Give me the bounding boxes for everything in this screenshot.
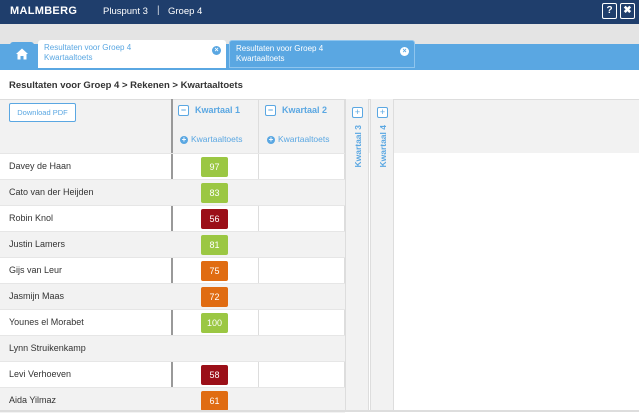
student-name[interactable]: Davey de Haan [9,161,71,171]
score-badge[interactable]: 81 [201,235,228,255]
score-badge[interactable]: 58 [201,365,228,385]
student-name[interactable]: Jasmijn Maas [9,291,64,301]
score-badge[interactable]: 83 [201,183,228,203]
table-row: Robin Knol 56 [0,205,345,231]
tab-results-inactive[interactable]: Resultaten voor Groep 4 Kwartaaltoets × [229,40,415,68]
tab-title: Resultaten voor Groep 4 [44,43,132,52]
quarter-3-label: Kwartaal 3 [353,125,363,168]
group-label[interactable]: Groep 4 [168,6,202,17]
table-row: Gijs van Leur 75 [0,257,345,283]
student-name[interactable]: Robin Knol [9,213,53,223]
table-row: Justin Lamers 81 [0,231,345,257]
student-name[interactable]: Aida Yilmaz [9,395,56,405]
add-test-quarter-1[interactable]: + Kwartaaltoets [180,134,243,144]
quarter-1-header: − Kwartaal 1 [178,105,241,117]
quarter-2-header: − Kwartaal 2 [265,105,328,117]
plus-circle-icon: + [180,135,188,144]
student-name[interactable]: Levi Verhoeven [9,369,71,379]
score-badge[interactable]: 97 [201,157,228,177]
table-row: Cato van der Heijden 83 [0,179,345,205]
home-icon [16,48,28,60]
plus-circle-icon: + [267,135,275,144]
close-app-button[interactable]: ✖ [620,3,635,19]
collapse-quarter-1-button[interactable]: − [178,105,189,117]
student-name[interactable]: Cato van der Heijden [9,187,94,197]
quarter-4-label: Kwartaal 4 [378,125,388,168]
score-badge[interactable]: 75 [201,261,228,281]
method-label[interactable]: Pluspunt 3 [103,6,148,17]
expand-quarter-3-button[interactable]: + [352,107,363,118]
home-button[interactable] [10,42,34,66]
table-row: Levi Verhoeven 58 [0,361,345,387]
quarter-1-label: Kwartaal 1 [195,105,241,115]
brand-logo[interactable]: MALMBERG [10,5,77,17]
download-pdf-button[interactable]: Download PDF [9,103,76,122]
help-button[interactable]: ? [602,3,617,19]
tab-subtitle: Kwartaaltoets [44,53,93,62]
tab-results-active[interactable]: Resultaten voor Groep 4 Kwartaaltoets × [38,40,226,68]
score-badge[interactable]: 56 [201,209,228,229]
table-row: Davey de Haan 97 [0,153,345,179]
add-test-quarter-2[interactable]: + Kwartaaltoets [267,134,330,144]
tab-title: Resultaten voor Groep 4 [236,44,324,53]
add-test-label: Kwartaaltoets [191,134,243,144]
table-row: Lynn Struikenkamp [0,335,345,361]
add-test-label: Kwartaaltoets [278,134,330,144]
collapse-quarter-2-button[interactable]: − [265,105,276,117]
student-name[interactable]: Younes el Morabet [9,317,84,327]
student-name[interactable]: Lynn Struikenkamp [9,343,86,353]
tab-close-icon[interactable]: × [400,47,409,56]
score-badge[interactable]: 72 [201,287,228,307]
student-rows: Davey de Haan 97 Cato van der Heijden 83… [0,153,345,413]
tab-subtitle: Kwartaaltoets [236,54,285,63]
student-name[interactable]: Justin Lamers [9,239,65,249]
page-title-breadcrumb: Resultaten voor Groep 4 > Rekenen > Kwar… [9,80,243,91]
top-bar: MALMBERG Pluspunt 3 | Groep 4 ? ✖ [0,0,639,24]
table-row: Jasmijn Maas 72 [0,283,345,309]
score-badge[interactable]: 100 [201,313,228,333]
score-badge[interactable]: 61 [201,391,228,411]
tab-close-icon[interactable]: × [212,46,221,55]
quarter-2-label: Kwartaal 2 [282,105,328,115]
expand-quarter-4-button[interactable]: + [377,107,388,118]
student-name[interactable]: Gijs van Leur [9,265,62,275]
top-separator: | [157,5,160,16]
table-row: Younes el Morabet 100 [0,309,345,335]
